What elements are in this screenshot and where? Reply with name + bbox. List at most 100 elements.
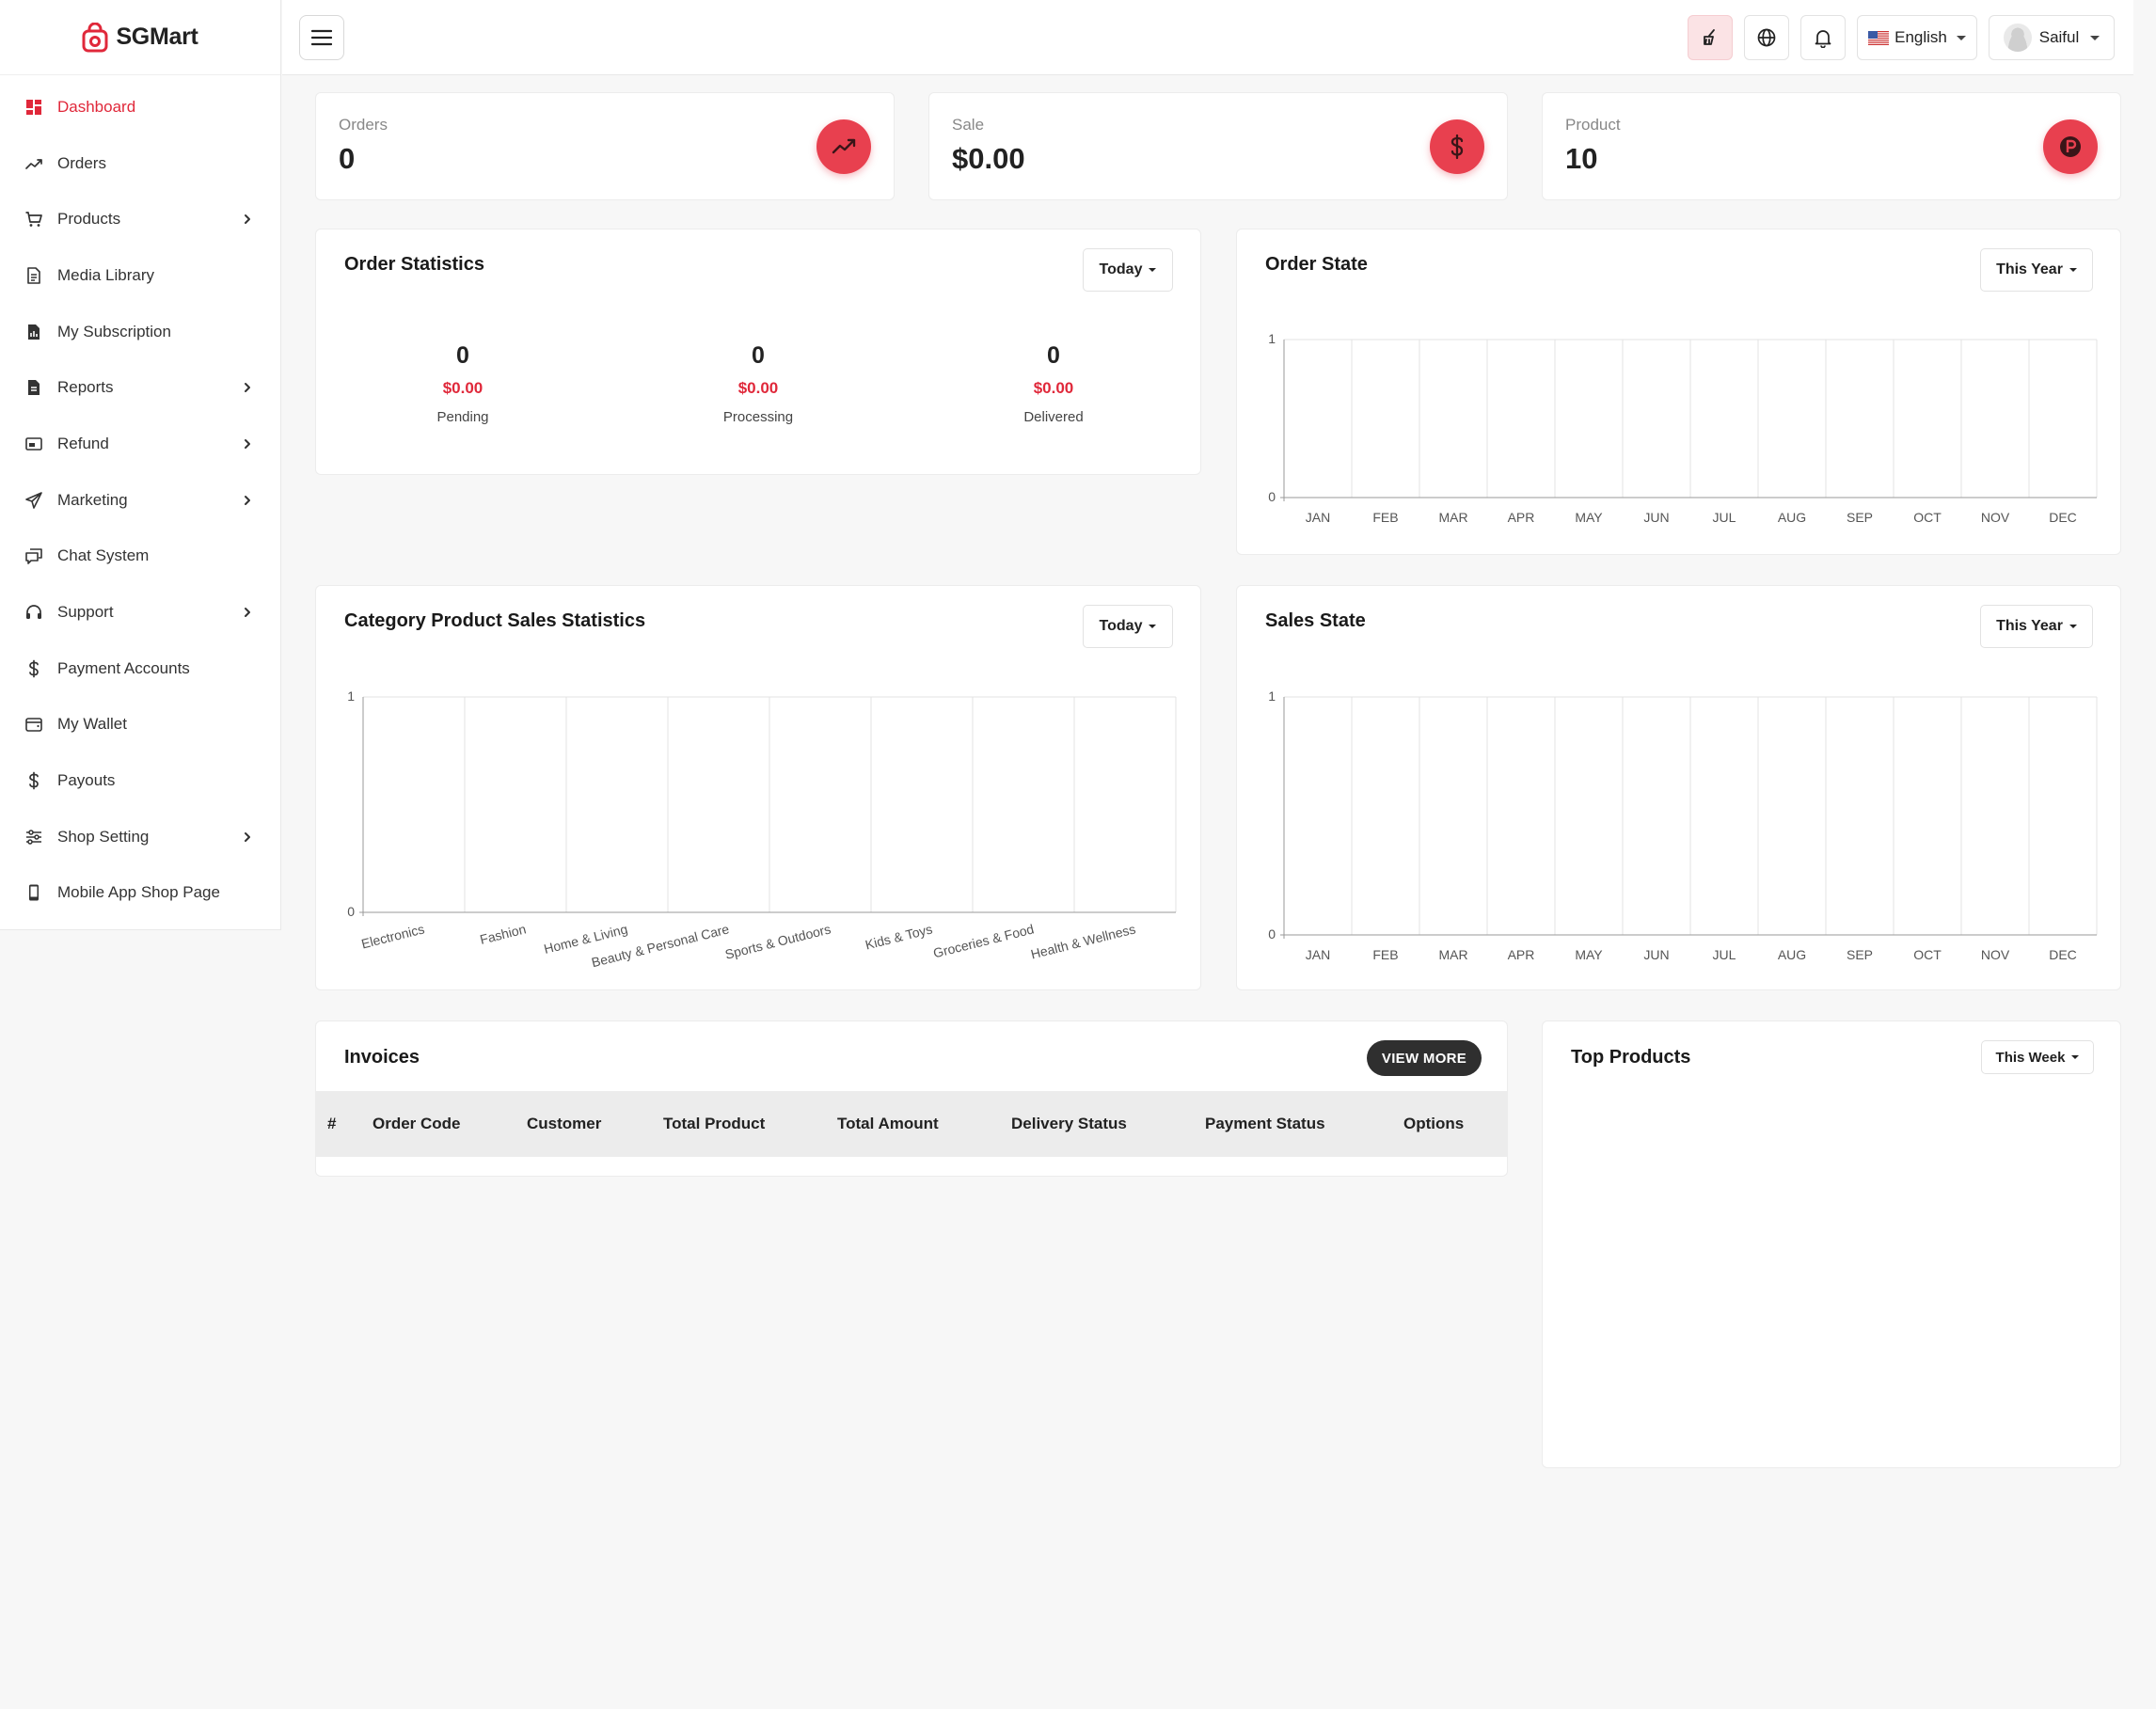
sidebar-item-my-subscription[interactable]: My Subscription: [0, 304, 280, 360]
x-tick-label: OCT: [1913, 947, 1942, 962]
stat-value: 10: [1565, 142, 1598, 175]
x-tick-label: FEB: [1372, 947, 1398, 962]
broom-icon: [1704, 29, 1715, 45]
column-header[interactable]: Total Product: [663, 1115, 765, 1133]
x-tick-label: MAR: [1438, 947, 1467, 962]
top-products-filter-dropdown[interactable]: This Week: [1981, 1040, 2094, 1074]
chevron-right-icon: [245, 438, 250, 449]
invoices-table-header: # Order Code Customer Total Product Tota…: [316, 1091, 1507, 1157]
x-tick-label: Kids & Toys: [864, 921, 934, 952]
chevron-right-icon: [245, 608, 250, 618]
language-dropdown[interactable]: English: [1857, 15, 1977, 60]
dollar-icon: [24, 658, 44, 679]
avatar: [2003, 24, 2032, 52]
column-header[interactable]: Options: [1403, 1115, 1464, 1133]
sidebar-item-products[interactable]: Products: [0, 191, 280, 247]
chevron-down-icon: [1149, 268, 1157, 272]
sidebar-item-shop-setting[interactable]: Shop Setting: [0, 809, 280, 865]
y-tick-label: 0: [347, 904, 355, 919]
sidebar-item-reports[interactable]: Reports: [0, 359, 280, 416]
sidebar-item-label: Media Library: [57, 265, 154, 284]
column-header[interactable]: Customer: [527, 1115, 601, 1133]
trend-up-icon: [816, 119, 871, 174]
category-sales-chart: 01Electronics Fashion Home & LivingBeauty …: [347, 688, 1177, 970]
pending-amount: $0.00: [442, 379, 484, 397]
brand-name: SGMart: [116, 24, 198, 50]
sidebar-item-mobile-app-shop-page[interactable]: Mobile App Shop Page: [0, 865, 280, 922]
chevron-right-icon: [245, 495, 250, 505]
column-header[interactable]: Order Code: [373, 1115, 461, 1133]
y-tick-label: 0: [1268, 489, 1276, 504]
x-tick-label: APR: [1508, 510, 1535, 525]
chevron-right-icon: [245, 214, 250, 225]
sidebar-item-support[interactable]: Support: [0, 584, 280, 641]
processing-summary: 0 $0.00 Processing: [664, 342, 852, 425]
stat-label: Sale: [952, 116, 985, 134]
delivered-amount: $0.00: [1033, 379, 1074, 397]
sales-state-chart: 0 1 JAN FEB MAR APR MAY JUN JUL AUG SEP OCT NOV DEC: [1268, 688, 2098, 962]
view-more-button[interactable]: VIEW MORE: [1367, 1040, 1482, 1076]
sidebar-item-label: Mobile App Shop Page: [57, 883, 220, 902]
document-icon: [24, 265, 44, 286]
sidebar-item-chat-system[interactable]: Chat System: [0, 529, 280, 585]
filter-label: This Week: [1995, 1049, 2066, 1066]
delivered-summary: 0 $0.00 Delivered: [959, 342, 1148, 425]
x-tick-label: AUG: [1778, 510, 1806, 525]
stat-value: 0: [339, 142, 356, 175]
sidebar-item-label: Dashboard: [57, 97, 136, 116]
sidebar-item-dashboard[interactable]: Dashboard: [0, 79, 280, 135]
bell-icon: [1815, 30, 1831, 48]
x-tick-label: JUN: [1643, 510, 1669, 525]
globe-icon: [1757, 28, 1776, 47]
column-header[interactable]: Delivery Status: [1011, 1115, 1127, 1133]
card-title: Top Products: [1571, 1047, 1691, 1068]
sidebar-item-payment-accounts[interactable]: Payment Accounts: [0, 641, 280, 697]
x-tick-label: Groceries & Food: [931, 921, 1035, 960]
sidebar-item-orders[interactable]: Orders: [0, 135, 280, 192]
notifications-button[interactable]: [1800, 15, 1846, 60]
sidebar-item-media-library[interactable]: Media Library: [0, 247, 280, 304]
x-tick-label: JAN: [1306, 510, 1330, 525]
column-header[interactable]: #: [327, 1115, 336, 1133]
sidebar-item-label: Products: [57, 210, 121, 229]
website-button[interactable]: [1744, 15, 1789, 60]
sidebar-item-refund[interactable]: Refund: [0, 416, 280, 472]
x-tick-label: OCT: [1913, 510, 1942, 525]
stat-label: Product: [1565, 116, 1621, 134]
sidebar-item-label: Support: [57, 603, 114, 622]
order-statistics-filter-dropdown[interactable]: Today: [1083, 248, 1173, 292]
sidebar-item-my-wallet[interactable]: My Wallet: [0, 697, 280, 753]
x-tick-label: AUG: [1778, 947, 1806, 962]
x-tick-label: NOV: [1981, 510, 2010, 525]
invoices-card: Invoices VIEW MORE # Order Code Customer…: [315, 1021, 1508, 1177]
y-tick-label: 0: [1268, 926, 1276, 942]
column-header[interactable]: Total Amount: [837, 1115, 939, 1133]
menu-toggle-button[interactable]: [299, 15, 344, 60]
x-tick-label: MAY: [1575, 947, 1603, 962]
order-statistics-card: Order Statistics Today 0 $0.00 Pending 0…: [315, 229, 1201, 475]
sales-state-card: Sales State This Year 0 1 JAN FEB MAR APR MAY J…: [1236, 585, 2121, 990]
cart-icon: [24, 209, 44, 229]
chart-doc-icon: [24, 322, 44, 342]
stat-value: $0.00: [952, 142, 1025, 175]
user-menu-dropdown[interactable]: Saiful: [1989, 15, 2115, 60]
sidebar-item-label: Refund: [57, 434, 109, 452]
brand-logo[interactable]: SGMart: [0, 0, 280, 75]
chevron-down-icon: [1956, 35, 1966, 40]
report-icon: [24, 377, 44, 398]
user-name: Saiful: [2038, 28, 2080, 46]
chevron-down-icon: [2090, 35, 2101, 40]
headset-icon: [24, 602, 44, 623]
processing-label: Processing: [722, 409, 794, 425]
send-icon: [24, 490, 44, 511]
x-tick-label: DEC: [2049, 947, 2077, 962]
x-tick-label: JUL: [1713, 510, 1736, 525]
sidebar-item-payouts[interactable]: Payouts: [0, 752, 280, 809]
stat-label: Orders: [339, 116, 388, 134]
category-sales-card: Category Product Sales Statistics Today …: [315, 585, 1201, 990]
column-header[interactable]: Payment Status: [1205, 1115, 1325, 1133]
sidebar-item-marketing[interactable]: Marketing: [0, 472, 280, 529]
pending-summary: 0 $0.00 Pending: [369, 342, 557, 425]
clear-cache-button[interactable]: [1688, 15, 1733, 60]
x-tick-label: DEC: [2049, 510, 2077, 525]
